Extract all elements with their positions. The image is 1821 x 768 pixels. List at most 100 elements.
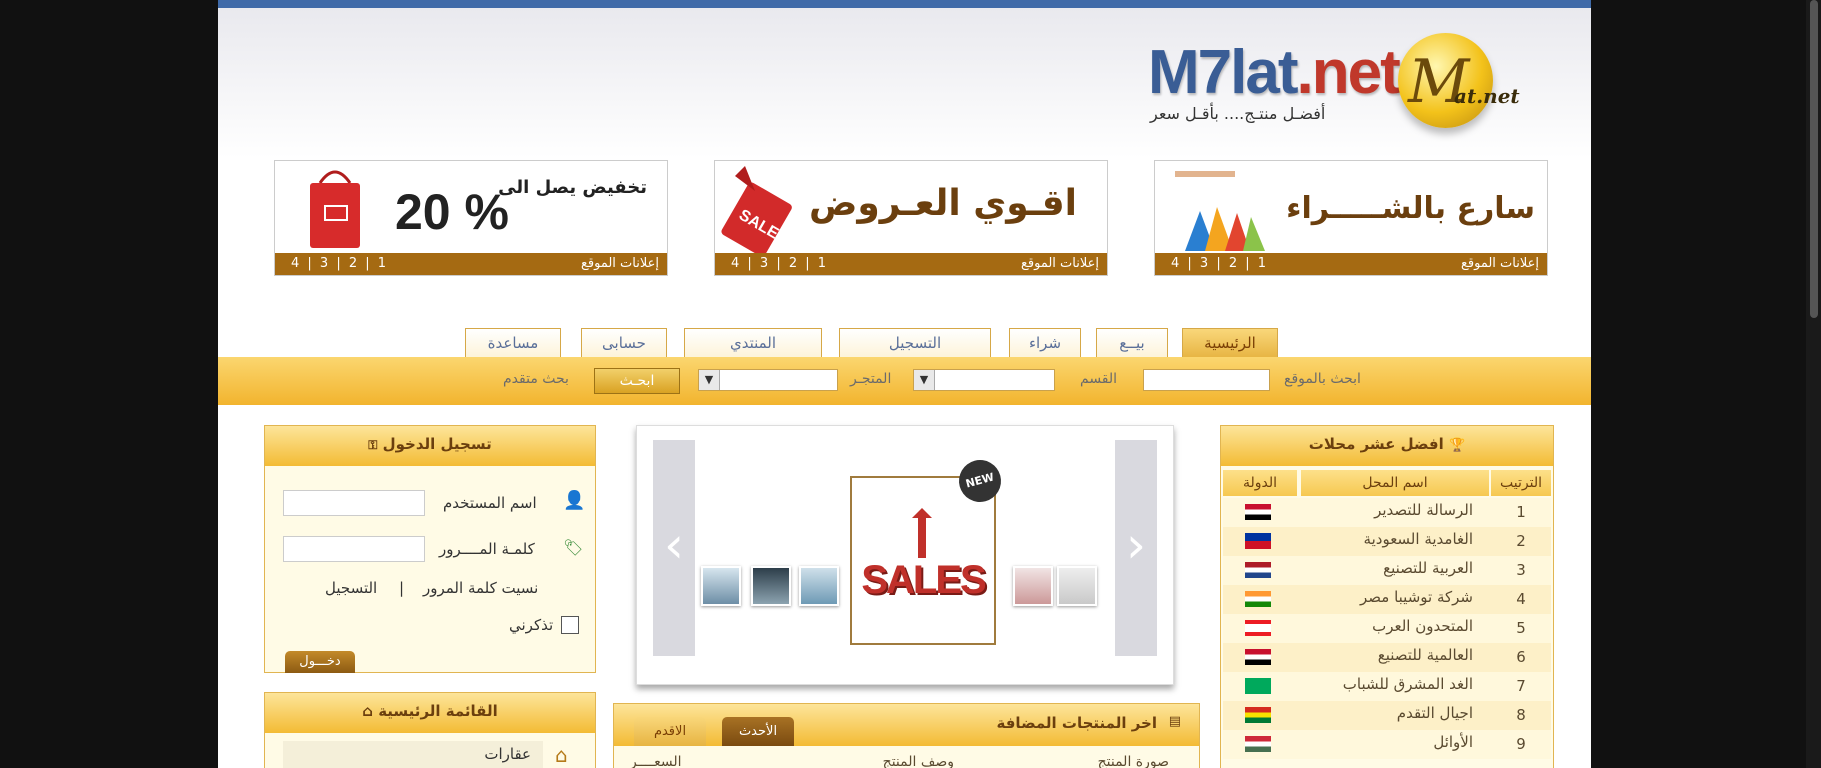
tab-newest[interactable]: الأحدث [722, 717, 794, 746]
ad-banner-discount[interactable]: تخفيض يصل الى 20 % إعلانات الموقع 4 | 3 … [274, 160, 668, 276]
latest-products-panel: اخر المنتجات المضافة ▤ الأحدث الاقدم صور… [613, 703, 1200, 768]
chevron-down-icon[interactable]: ▼ [699, 370, 720, 390]
main-menu-header: ⌂ القائمة الرئيسية [265, 693, 595, 733]
login-title: تسجيل الدخول [382, 435, 492, 453]
tab-account[interactable]: حسابى [581, 328, 667, 358]
store-row[interactable]: 4 شركة توشيبا مصر [1223, 585, 1551, 614]
remember-me-checkbox[interactable] [561, 616, 579, 634]
col-store-name: اسم المحل [1301, 470, 1489, 496]
house-icon: ⌂ [555, 743, 568, 767]
col-rank: الترتيب [1491, 470, 1551, 496]
col-product-image: صورة المنتج [1097, 754, 1169, 768]
slider-next-button[interactable]: › [1115, 440, 1157, 656]
tab-buy[interactable]: شراء [1009, 328, 1081, 358]
chevron-down-icon[interactable]: ▼ [914, 370, 935, 390]
store-row[interactable]: 6 العالمية للتصنيع [1223, 643, 1551, 672]
latest-products-title: اخر المنتجات المضافة [996, 714, 1157, 732]
ad-banner-offers[interactable]: SALE اقـوي العـروض إعلانات الموقع 4 | 3 … [714, 160, 1108, 276]
egypt-flag-icon [1245, 504, 1271, 520]
header: M7lat.net أفضـل منتـج.... بأقـل سعر M at… [218, 8, 1591, 158]
link-separator: | [399, 579, 405, 597]
main-menu-panel: ⌂ القائمة الرئيسية عقارات ⌂ [264, 692, 596, 768]
store-rank: 8 [1516, 706, 1526, 724]
list-icon: ▤ [1168, 714, 1181, 729]
login-panel: ⚿ تسجيل الدخول اسم المستخدم 👤 كلمـة المـ… [264, 425, 596, 673]
store-name[interactable]: الرسالة للتصدير [1374, 501, 1473, 519]
page: M7lat.net أفضـل منتـج.... بأقـل سعر M at… [218, 0, 1591, 768]
login-button[interactable]: دخـــول [285, 651, 355, 673]
banner-pager[interactable]: 4 | 3 | 2 | 1 [731, 256, 828, 271]
egypt-flag-icon [1245, 649, 1271, 665]
brand-name[interactable]: M7lat.net [1148, 38, 1401, 108]
site-search-input[interactable] [1143, 369, 1270, 391]
col-product-desc: وصف المنتج [882, 754, 954, 768]
password-field[interactable] [283, 536, 425, 562]
username-field[interactable] [283, 490, 425, 516]
slide-thumbnail[interactable] [1013, 566, 1053, 606]
scrollbar-thumb[interactable] [1810, 0, 1818, 318]
slide-thumbnail[interactable] [799, 566, 839, 606]
search-bar: ابحث بالموقع القسم ▼ المتجـر ▼ ابحـث بحث… [218, 357, 1591, 405]
password-label: كلمـة المــــرور [439, 540, 535, 558]
tab-register[interactable]: التسجيل [839, 328, 991, 358]
store-rank: 9 [1516, 735, 1526, 753]
store-row[interactable]: 3 العربية للتصنيع [1223, 556, 1551, 585]
banner-label: إعلانات الموقع [580, 256, 659, 271]
tab-forum[interactable]: المنتدي [684, 328, 822, 358]
slider-prev-button[interactable]: ‹ [653, 440, 695, 656]
trophy-icon: 🏆 [1449, 438, 1466, 453]
scrollbar[interactable] [1806, 0, 1821, 768]
menu-item-realestate[interactable]: عقارات [283, 741, 543, 768]
store-row[interactable]: 2 الغامدية السعودية [1223, 527, 1551, 556]
search-button[interactable]: ابحـث [594, 368, 680, 394]
store-name[interactable]: العالمية للتصنيع [1378, 646, 1473, 664]
banner-headline: اقـوي العـروض [809, 183, 1077, 224]
tab-home[interactable]: الرئيسية [1182, 328, 1278, 358]
register-link[interactable]: التسجيل [325, 579, 377, 597]
store-row[interactable]: 7 الغد المشرق للشباب [1223, 672, 1551, 701]
slide-thumbnail[interactable] [751, 566, 791, 606]
store-name[interactable]: الأوائل [1433, 733, 1473, 751]
banner-art: تخفيض يصل الى 20 % [275, 161, 667, 253]
top-stores-panel: افضل عشر محلات 🏆 الترتيب اسم المحل الدول… [1220, 425, 1554, 768]
slide-thumbnail[interactable] [701, 566, 741, 606]
slide-thumbnail[interactable] [1057, 566, 1097, 606]
banner-headline: سارع بالشـــــراء [1286, 191, 1535, 226]
forgot-password-link[interactable]: نسيت كلمة المرور [423, 579, 538, 597]
liechtenstein-flag-icon [1245, 533, 1271, 549]
sales-text: SALES [861, 558, 986, 602]
store-rank: 5 [1516, 619, 1526, 637]
col-country: الدولة [1223, 470, 1297, 496]
store-name[interactable]: اجيال التقدم [1397, 704, 1473, 722]
store-name[interactable]: شركة توشيبا مصر [1360, 588, 1473, 606]
banner-art: سارع بالشـــــراء [1155, 161, 1547, 253]
store-name[interactable]: الغامدية السعودية [1364, 530, 1473, 548]
tab-oldest[interactable]: الاقدم [634, 717, 706, 746]
tab-help[interactable]: مساعدة [465, 328, 561, 358]
store-rank: 6 [1516, 648, 1526, 666]
tab-sell[interactable]: بيــع [1096, 328, 1168, 358]
store-name[interactable]: الغد المشرق للشباب [1343, 675, 1473, 693]
section-select[interactable]: ▼ [913, 369, 1055, 391]
product-slider: ‹ › SALES NEW [636, 425, 1174, 685]
store-rank: 3 [1516, 561, 1526, 579]
advanced-search-link[interactable]: بحث متقدم [503, 371, 569, 387]
store-row[interactable]: 1 الرسالة للتصدير [1223, 498, 1551, 527]
login-panel-header: ⚿ تسجيل الدخول [265, 426, 595, 466]
banner-pager[interactable]: 4 | 3 | 2 | 1 [1171, 256, 1268, 271]
store-row[interactable]: 9 الأوائل [1223, 730, 1551, 759]
username-label: اسم المستخدم [443, 494, 537, 512]
menu-item-label: عقارات [484, 745, 531, 763]
banner-pager[interactable]: 4 | 3 | 2 | 1 [291, 256, 388, 271]
logo-text: at.net [1454, 84, 1520, 108]
store-row[interactable]: 8 اجيال التقدم [1223, 701, 1551, 730]
chevron-left-icon[interactable]: ‹ [664, 516, 684, 574]
store-select[interactable]: ▼ [698, 369, 838, 391]
ad-banner-shop[interactable]: سارع بالشـــــراء إعلانات الموقع 4 | 3 |… [1154, 160, 1548, 276]
store-row[interactable]: 5 المتحدون العرب [1223, 614, 1551, 643]
remember-me-label: تذكرني [509, 616, 554, 634]
store-name[interactable]: العربية للتصنيع [1383, 559, 1473, 577]
store-name[interactable]: المتحدون العرب [1372, 617, 1473, 635]
chevron-right-icon[interactable]: › [1126, 516, 1146, 574]
top-stores-header: افضل عشر محلات 🏆 [1221, 426, 1553, 466]
